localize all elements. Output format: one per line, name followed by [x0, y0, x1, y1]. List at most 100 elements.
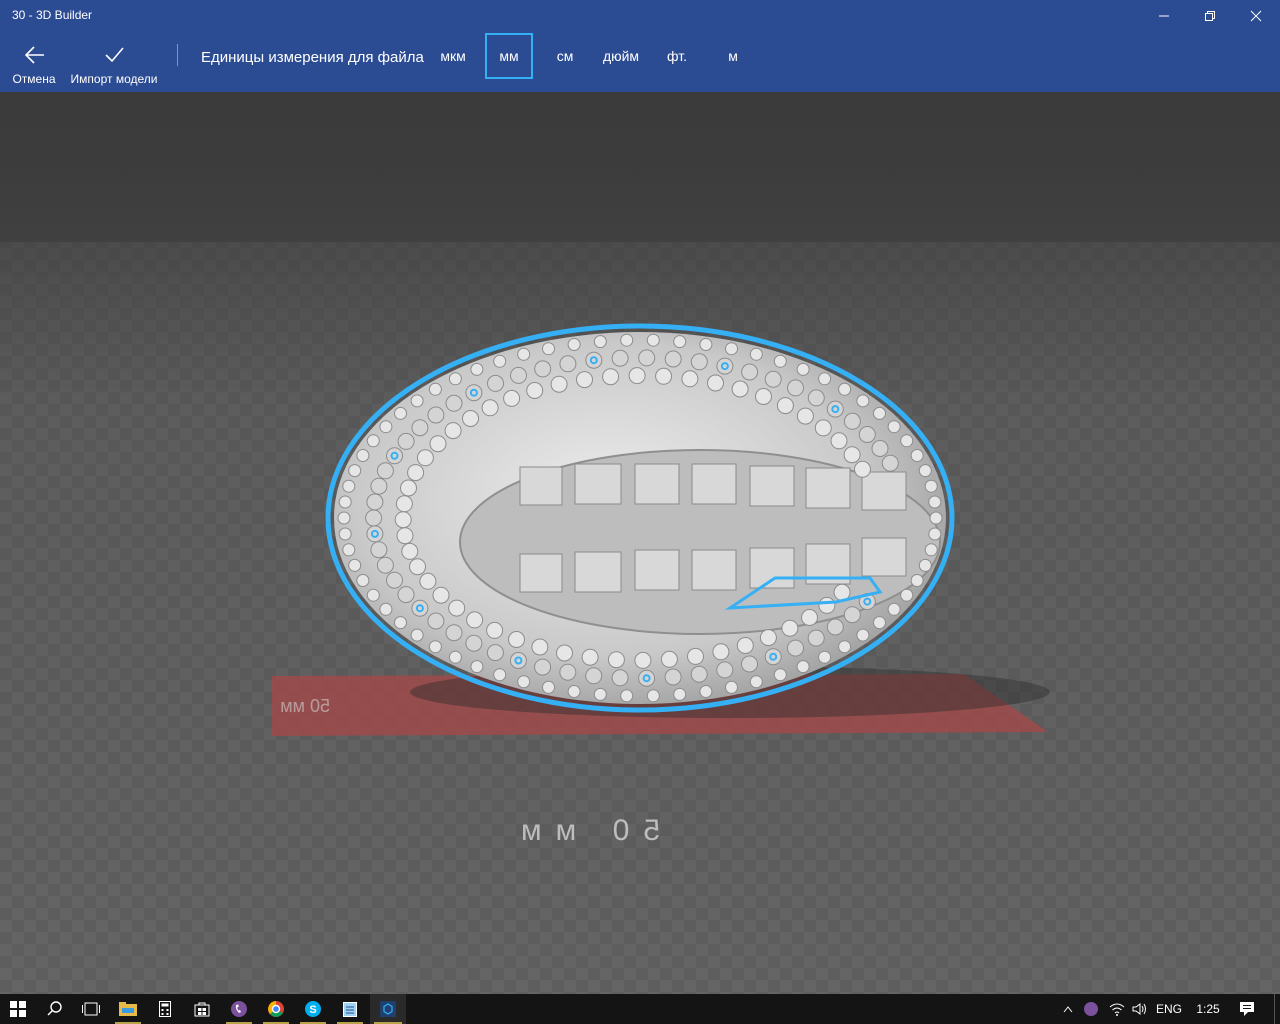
model-bump [394, 511, 412, 529]
notifications-icon [1240, 1002, 1254, 1016]
model-bump [910, 574, 924, 587]
model-bump [807, 389, 825, 407]
task-view-button[interactable] [74, 994, 108, 1024]
model-bump [593, 687, 607, 701]
show-desktop-button[interactable] [1274, 994, 1280, 1024]
taskbar-store[interactable] [185, 994, 219, 1024]
model-bump [681, 370, 699, 388]
start-button[interactable] [0, 994, 36, 1024]
minimize-icon [1159, 15, 1169, 17]
command-bar: Отмена Импорт модели Единицы измерения д… [0, 32, 1280, 92]
cancel-button[interactable]: Отмена [6, 32, 62, 92]
model-bump [585, 351, 603, 369]
model-bump [856, 394, 870, 408]
model-bump [830, 432, 848, 450]
3d-viewport[interactable]: 50 мм 50 мм [0, 92, 1280, 994]
model-bump [432, 586, 450, 604]
model-bump [487, 374, 504, 392]
viber-icon [231, 1001, 247, 1017]
model-bump [818, 650, 832, 664]
unit-option-cm[interactable]: см [545, 33, 585, 79]
model-bump [337, 511, 351, 525]
taskbar-skype[interactable]: S [296, 994, 330, 1024]
units-label: Единицы измерения для файла [201, 49, 424, 66]
model-bump [843, 412, 861, 430]
store-icon [194, 1002, 210, 1017]
restore-button[interactable] [1187, 0, 1233, 32]
search-button[interactable] [38, 994, 72, 1024]
model-bump [444, 422, 462, 440]
model-bump [818, 372, 832, 386]
model-bump [873, 406, 886, 420]
model-bump [400, 479, 417, 497]
model-bump [379, 420, 393, 434]
show-hidden-icons-button[interactable] [1058, 994, 1078, 1024]
model-bump [411, 599, 429, 617]
model-bump [929, 511, 943, 525]
model-bump [881, 454, 899, 472]
tray-clock[interactable]: 1:25 [1190, 994, 1226, 1024]
model-bump [773, 668, 787, 682]
model-bump [856, 628, 870, 642]
model-bump [348, 558, 362, 572]
unit-option-mkm[interactable]: мкм [432, 33, 474, 79]
model-bump [493, 668, 507, 682]
model-bump [731, 380, 749, 398]
unit-option-ft[interactable]: фт. [658, 33, 696, 79]
model-bump [370, 541, 388, 559]
taskbar-viber[interactable] [222, 994, 256, 1024]
close-button[interactable] [1233, 0, 1279, 32]
import-model-button[interactable]: Импорт модели [66, 32, 162, 92]
model-bump [716, 661, 734, 679]
unit-option-inch[interactable]: дюйм [595, 33, 647, 79]
model-bump [401, 542, 419, 560]
model-bump [607, 651, 625, 669]
model-bump [550, 375, 568, 393]
windows-logo-icon [10, 1001, 26, 1017]
tray-viber[interactable] [1080, 994, 1102, 1024]
taskbar-3d-builder[interactable] [370, 994, 406, 1024]
model-bump [462, 410, 479, 427]
model-bump [366, 525, 384, 543]
minimize-button[interactable] [1141, 0, 1187, 32]
model-bump [749, 675, 763, 689]
taskbar-calculator[interactable] [148, 994, 182, 1024]
model-bump [673, 687, 687, 701]
model-bump [749, 347, 763, 361]
model-bump [342, 543, 356, 557]
model-bump [397, 586, 415, 604]
model-bump [559, 663, 577, 681]
model-bump [427, 612, 445, 630]
tray-network[interactable] [1105, 994, 1129, 1024]
model-bump [660, 650, 678, 668]
model-bump [887, 602, 901, 616]
model-bump [534, 658, 552, 676]
model-bump [910, 449, 924, 462]
model-bump [407, 464, 425, 482]
model-bump [370, 477, 388, 495]
model-bump [366, 493, 384, 511]
close-icon [1250, 10, 1262, 22]
tray-volume[interactable] [1129, 994, 1151, 1024]
taskbar-file-explorer[interactable] [111, 994, 145, 1024]
chevron-up-icon [1063, 1006, 1073, 1013]
model-bump [928, 527, 942, 541]
unit-option-mm[interactable]: мм [485, 33, 533, 79]
model-bump [534, 360, 552, 378]
model-bump [924, 543, 938, 557]
model-bump [395, 495, 413, 513]
model-bump [796, 660, 810, 674]
model-bump [900, 434, 914, 448]
model-bump [411, 419, 429, 437]
model-bump [838, 640, 852, 654]
action-center-button[interactable] [1232, 994, 1262, 1024]
taskbar-chrome[interactable] [259, 994, 293, 1024]
unit-option-m[interactable]: м [716, 33, 750, 79]
speaker-icon [1132, 1003, 1146, 1015]
floor-ruler-label: 50 мм [507, 814, 660, 847]
wifi-icon [1109, 1003, 1125, 1016]
model-bump [356, 574, 370, 587]
model-bump [776, 397, 794, 415]
tray-language[interactable]: ENG [1153, 994, 1185, 1024]
taskbar-notepad[interactable] [333, 994, 367, 1024]
